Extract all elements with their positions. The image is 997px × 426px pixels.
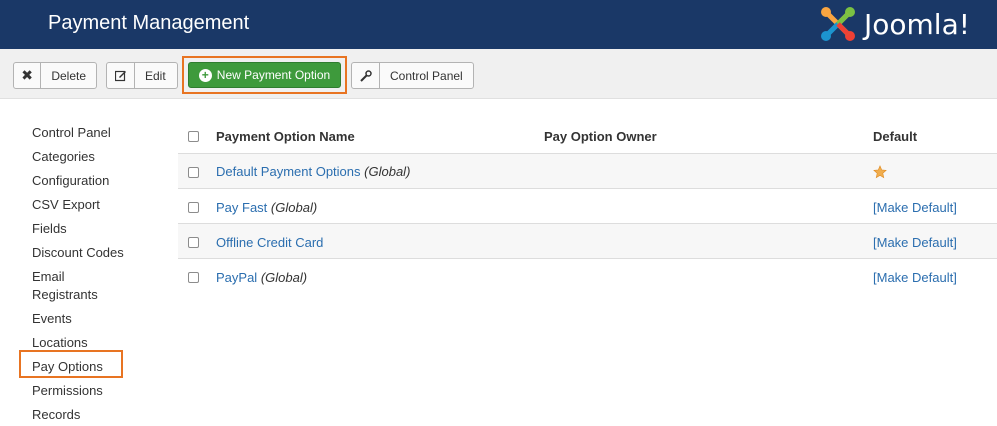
make-default-link[interactable]: [Make Default] (873, 270, 957, 285)
sidebar-item-permissions[interactable]: Permissions (32, 382, 142, 400)
payment-option-link[interactable]: Offline Credit Card (216, 235, 323, 250)
row-checkbox[interactable] (188, 237, 199, 248)
app-header: Payment Management Joomla! (0, 0, 997, 49)
make-default-link[interactable]: [Make Default] (873, 235, 957, 250)
plus-circle-icon: + (198, 68, 212, 82)
make-default-link[interactable]: [Make Default] (873, 200, 957, 215)
payment-option-scope: (Global) (260, 270, 308, 285)
sidebar-item-categories[interactable]: Categories (32, 148, 142, 166)
table-row: Offline Credit Card [Make Default] (178, 223, 997, 258)
joomla-logo[interactable]: Joomla! (818, 3, 970, 45)
row-checkbox[interactable] (188, 167, 199, 178)
payment-option-scope: (Global) (270, 200, 318, 215)
sidebar-item-pay-options[interactable]: Pay Options (32, 358, 142, 376)
x-icon: ✖ (14, 63, 42, 88)
table-row: Default Payment Options (Global) (178, 153, 997, 188)
star-icon (873, 165, 887, 184)
payment-option-link[interactable]: PayPal (216, 270, 257, 285)
delete-button-label: Delete (51, 68, 86, 83)
edit-button-label: Edit (145, 68, 166, 83)
column-header-name[interactable]: Payment Option Name (216, 129, 355, 144)
sidebar-item-email-registrants[interactable]: Email Registrants (32, 268, 112, 304)
logo-text: Joomla! (864, 7, 970, 41)
new-payment-option-highlight: + New Payment Option (182, 56, 347, 94)
row-checkbox[interactable] (188, 272, 199, 283)
select-all-checkbox[interactable] (188, 131, 199, 142)
toolbar: ✖ Delete Edit + New Payment Option Contr… (0, 49, 997, 99)
sidebar-item-csv-export[interactable]: CSV Export (32, 196, 142, 214)
table-row: Pay Fast (Global) [Make Default] (178, 188, 997, 223)
page-title: Payment Management (48, 12, 250, 34)
sidebar-item-control-panel[interactable]: Control Panel (32, 124, 142, 142)
payment-option-cell: Pay Fast (Global) (216, 200, 317, 215)
payment-option-cell: Offline Credit Card (216, 235, 323, 250)
sidebar-item-discount-codes[interactable]: Discount Codes (32, 244, 142, 262)
sidebar-item-fields[interactable]: Fields (32, 220, 142, 238)
wrench-icon (352, 63, 380, 88)
table-row: PayPal (Global) [Make Default] (178, 258, 997, 293)
payment-option-scope: (Global) (364, 164, 411, 179)
payment-option-link[interactable]: Default Payment Options (216, 164, 361, 179)
joomla-logo-icon (821, 7, 855, 41)
control-panel-button[interactable]: Control Panel (351, 62, 474, 89)
sidebar-item-events[interactable]: Events (32, 310, 142, 328)
delete-button[interactable]: ✖ Delete (13, 62, 97, 89)
sidebar-item-records[interactable]: Records (32, 406, 142, 424)
edit-icon (107, 63, 135, 88)
control-panel-button-label: Control Panel (390, 68, 463, 83)
payment-option-cell: Default Payment Options (Global) (216, 164, 410, 179)
new-payment-option-label: New Payment Option (216, 68, 331, 82)
row-checkbox[interactable] (188, 202, 199, 213)
payment-option-cell: PayPal (Global) (216, 270, 307, 285)
new-payment-option-button[interactable]: + New Payment Option (188, 62, 341, 88)
column-header-owner[interactable]: Pay Option Owner (544, 129, 657, 144)
sidebar-item-configuration[interactable]: Configuration (32, 172, 142, 190)
edit-button[interactable]: Edit (106, 62, 178, 89)
column-header-default[interactable]: Default (873, 129, 917, 144)
payment-option-link[interactable]: Pay Fast (216, 200, 267, 215)
